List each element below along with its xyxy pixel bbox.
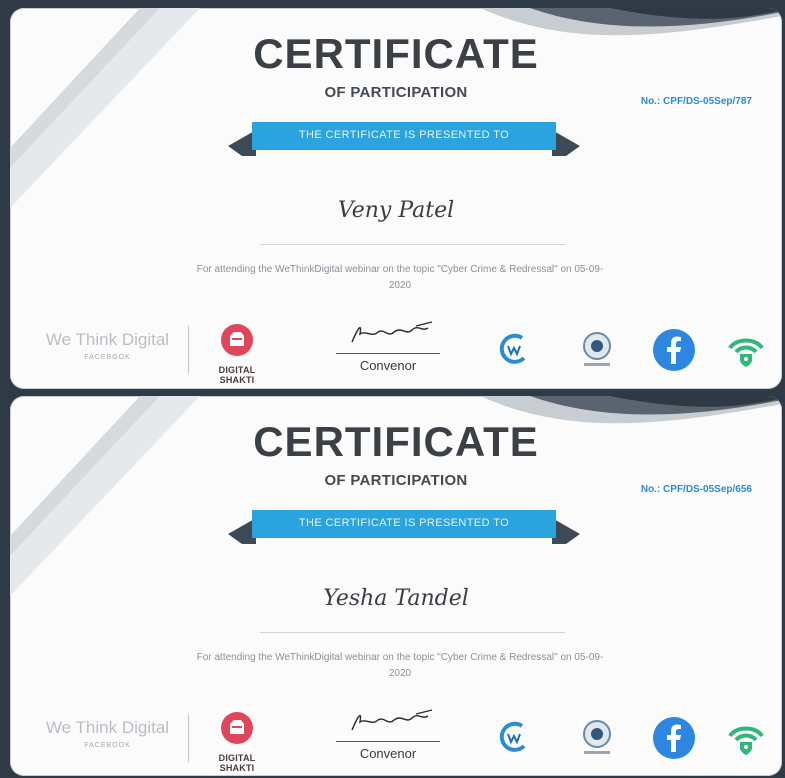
shield-wifi-icon (726, 330, 766, 375)
certificate-number: No.: CPF/DS-05Sep/787 (640, 96, 752, 107)
recipient-name: Yesha Tandel (323, 586, 469, 611)
org-name: We Think Digital (45, 718, 170, 737)
facebook-icon (652, 716, 696, 765)
certificate-1: CERTIFICATE OF PARTICIPATION No.: CPF/DS… (10, 8, 782, 389)
name-underline (260, 244, 565, 245)
convenor-signature-block: Convenor (332, 706, 444, 761)
signatory-label: Convenor (359, 358, 417, 373)
digital-shakti-label: DIGITAL SHAKTI (218, 753, 256, 773)
org-sub: FACEBOOK (84, 354, 131, 361)
certificate-footer: We Think Digital FACEBOOK DIGITAL SHAKTI… (10, 696, 782, 776)
digital-shakti-icon (221, 324, 253, 356)
ribbon-banner: THE CERTIFICATE IS PRESENTED TO (228, 120, 580, 156)
signature-line (336, 741, 440, 742)
ribbon-banner: THE CERTIFICATE IS PRESENTED TO (228, 508, 580, 544)
cyber-peace-logo (576, 718, 618, 763)
recipient-name: Veny Patel (337, 198, 455, 223)
ribbon-text: THE CERTIFICATE IS PRESENTED TO (298, 517, 510, 529)
certificate-number: No.: CPF/DS-05Sep/656 (640, 484, 752, 495)
ribbon-text: THE CERTIFICATE IS PRESENTED TO (298, 129, 510, 141)
digital-shakti-label: DIGITAL SHAKTI (218, 365, 256, 385)
signature (351, 321, 433, 343)
certificate-title: CERTIFICATE (253, 418, 539, 465)
signature (351, 709, 433, 731)
facebook-icon (652, 328, 696, 377)
certificate-title: CERTIFICATE (253, 30, 539, 77)
signatory-label: Convenor (359, 746, 417, 761)
cyber-wellness-logo (498, 332, 532, 371)
logo-divider (188, 714, 189, 762)
wethinkdigital-logo: We Think Digital FACEBOOK (30, 718, 185, 749)
certificate-footer: We Think Digital FACEBOOK DIGITAL SHAKTI… (10, 308, 782, 388)
org-sub: FACEBOOK (84, 742, 131, 749)
cyber-wellness-logo (498, 720, 532, 759)
certificate-2: CERTIFICATE OF PARTICIPATION No.: CPF/DS… (10, 396, 782, 776)
org-name: We Think Digital (45, 330, 170, 349)
convenor-signature-block: Convenor (332, 318, 444, 373)
name-underline (260, 632, 565, 633)
shield-wifi-icon (726, 718, 766, 763)
cyber-peace-logo (576, 330, 618, 375)
logo-divider (188, 326, 189, 374)
certificate-description: For attending the WeThinkDigital webinar… (196, 652, 604, 679)
digital-shakti-logo: DIGITAL SHAKTI (206, 710, 268, 773)
certificate-description: For attending the WeThinkDigital webinar… (196, 264, 604, 291)
wethinkdigital-logo: We Think Digital FACEBOOK (30, 330, 185, 361)
digital-shakti-icon (221, 712, 253, 744)
signature-line (336, 353, 440, 354)
digital-shakti-logo: DIGITAL SHAKTI (206, 322, 268, 385)
